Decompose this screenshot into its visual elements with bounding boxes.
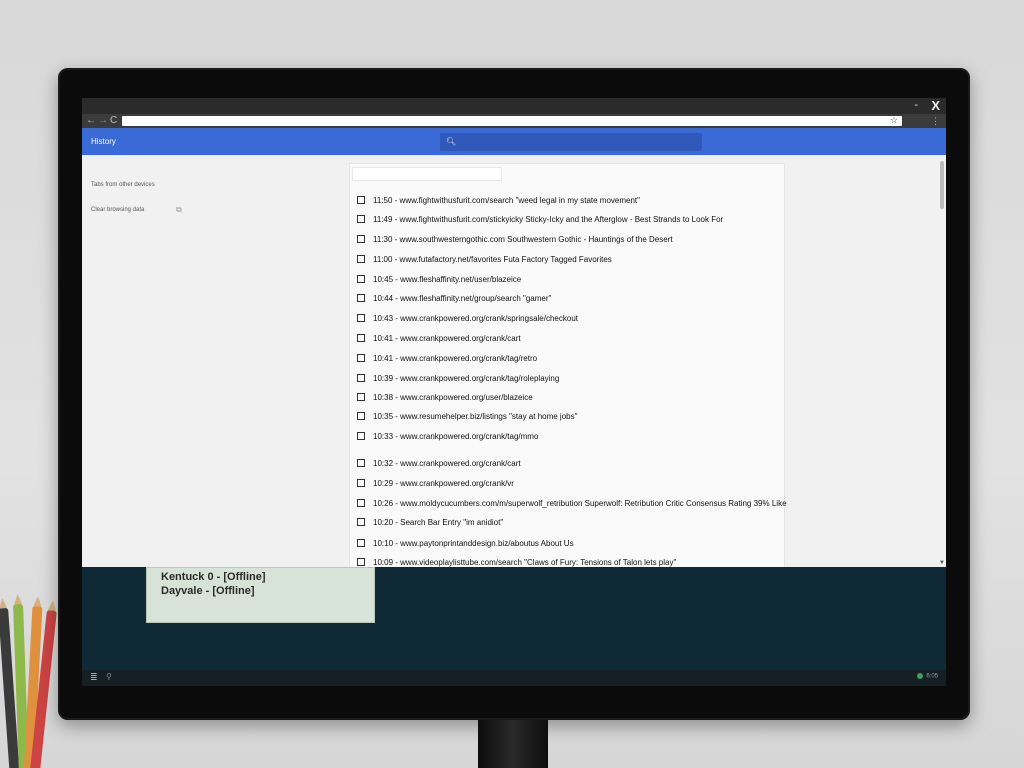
bookmark-star-icon[interactable]: ☆ [890,115,898,125]
history-item[interactable]: 10:32 - www.crankpowered.org/crank/cart [357,455,521,471]
server-status-widget: Kentuck 0 - [Offline] Dayvale - [Offline… [146,567,375,623]
history-item-checkbox[interactable] [357,334,365,342]
history-item-link[interactable]: 10:39 - www.crankpowered.org/crank/tag/r… [373,374,559,383]
history-item-link[interactable]: 10:10 - www.paytonprintanddesign.biz/abo… [373,539,574,548]
history-item-checkbox[interactable] [357,539,365,547]
history-item[interactable]: 11:30 - www.southwesterngothic.com South… [357,231,673,247]
history-item-link[interactable]: 11:30 - www.southwesterngothic.com South… [373,235,673,244]
history-item-checkbox[interactable] [357,196,365,204]
screen: - X ← → C ☆ ⋮ History 🔍︎ Tabs from other… [82,98,946,686]
history-item-link[interactable]: 10:38 - www.crankpowered.org/user/blazei… [373,393,533,402]
history-item-link[interactable]: 11:50 - www.fightwithusfurit.com/search … [373,196,640,205]
history-item-checkbox[interactable] [357,558,365,566]
browser-toolbar: ← → C ☆ ⋮ [82,114,946,128]
external-link-icon: ⧉ [176,205,182,214]
history-item-link[interactable]: 10:41 - www.crankpowered.org/crank/tag/r… [373,354,537,363]
history-item-link[interactable]: 10:35 - www.resumehelper.biz/listings "s… [373,412,577,421]
reload-icon[interactable]: C [110,114,117,128]
history-item-link[interactable]: 10:09 - www.videoplaylisttube.com/search… [373,558,676,567]
monitor-stand [478,720,548,768]
history-item-checkbox[interactable] [357,479,365,487]
history-item[interactable]: 10:20 - Search Bar Entry "im anidiot" [357,514,503,530]
history-item[interactable]: 10:29 - www.crankpowered.org/crank/vr [357,475,514,491]
forward-arrow-icon[interactable]: → [98,114,108,128]
clear-browsing-data-link[interactable]: Clear browsing data [91,207,144,213]
history-item-checkbox[interactable] [357,215,365,223]
history-item[interactable]: 11:49 - www.fightwithusfurit.com/stickyi… [357,211,723,227]
date-header [352,167,502,181]
history-item-link[interactable]: 10:44 - www.fleshaffinity.net/group/sear… [373,294,551,303]
history-item-link[interactable]: 10:29 - www.crankpowered.org/crank/vr [373,479,514,488]
widget-line: Dayvale - [Offline] [161,585,255,597]
history-item[interactable]: 10:44 - www.fleshaffinity.net/group/sear… [357,290,551,306]
history-item-link[interactable]: 11:00 - www.futafactory.net/favorites Fu… [373,255,612,264]
history-item[interactable]: 10:43 - www.crankpowered.org/crank/sprin… [357,310,578,326]
address-bar[interactable] [122,116,902,126]
page-title: History [91,137,116,146]
tray-app-icon[interactable]: ⚲ [106,672,112,681]
close-button[interactable]: X [931,98,940,114]
history-item-checkbox[interactable] [357,459,365,467]
history-item-checkbox[interactable] [357,499,365,507]
browser-window: - X ← → C ☆ ⋮ History 🔍︎ Tabs from other… [82,98,946,567]
widget-line: Kentuck 0 - [Offline] [161,571,266,583]
history-item-checkbox[interactable] [357,354,365,362]
pencil-cup [0,600,57,768]
history-item[interactable]: 10:33 - www.crankpowered.org/crank/tag/m… [357,428,538,444]
history-item[interactable]: 10:09 - www.videoplaylisttube.com/search… [357,554,676,567]
history-item[interactable]: 10:39 - www.crankpowered.org/crank/tag/r… [357,370,559,386]
history-item-link[interactable]: 10:32 - www.crankpowered.org/crank/cart [373,459,521,468]
history-header: History 🔍︎ [82,128,946,155]
scrollbar-thumb[interactable] [940,161,944,209]
history-item-checkbox[interactable] [357,235,365,243]
network-status-icon [917,673,924,679]
history-item-link[interactable]: 10:20 - Search Bar Entry "im anidiot" [373,518,503,527]
tabs-from-other-devices-link[interactable]: Tabs from other devices [91,182,155,188]
history-item[interactable]: 10:41 - www.crankpowered.org/crank/cart [357,330,521,346]
system-tray[interactable]: 6:05 [917,673,938,680]
history-item[interactable]: 10:45 - www.fleshaffinity.net/user/blaze… [357,271,521,287]
history-item-checkbox[interactable] [357,432,365,440]
title-bar: - X [82,98,946,114]
history-item-checkbox[interactable] [357,412,365,420]
taskbar: ≣ ⚲ 6:05 [82,670,946,686]
history-item[interactable]: 10:41 - www.crankpowered.org/crank/tag/r… [357,350,537,366]
start-menu-icon[interactable]: ≣ [90,672,98,683]
history-item[interactable]: 11:50 - www.fightwithusfurit.com/search … [357,192,640,208]
search-icon: 🔍︎ [446,137,457,146]
scrollbar[interactable]: ▼ [938,155,946,567]
back-arrow-icon[interactable]: ← [86,114,96,128]
history-item-checkbox[interactable] [357,393,365,401]
search-history-input[interactable]: 🔍︎ [440,133,702,151]
clock: 6:05 [926,673,938,680]
scroll-down-arrow-icon[interactable]: ▼ [939,560,945,566]
history-item[interactable]: 10:10 - www.paytonprintanddesign.biz/abo… [357,535,574,551]
history-item[interactable]: 11:00 - www.futafactory.net/favorites Fu… [357,251,612,267]
history-item[interactable]: 10:35 - www.resumehelper.biz/listings "s… [357,408,577,424]
history-item-checkbox[interactable] [357,518,365,526]
history-item-checkbox[interactable] [357,275,365,283]
history-item-link[interactable]: 10:43 - www.crankpowered.org/crank/sprin… [373,314,578,323]
history-item-checkbox[interactable] [357,255,365,263]
history-item[interactable]: 10:38 - www.crankpowered.org/user/blazei… [357,389,533,405]
history-item-link[interactable]: 10:26 - www.moldycucumbers.com/m/superwo… [373,499,787,508]
history-item-link[interactable]: 11:49 - www.fightwithusfurit.com/stickyi… [373,215,723,224]
history-item-checkbox[interactable] [357,374,365,382]
history-item[interactable]: 10:26 - www.moldycucumbers.com/m/superwo… [357,495,787,511]
history-item-checkbox[interactable] [357,314,365,322]
history-item-link[interactable]: 10:41 - www.crankpowered.org/crank/cart [373,334,521,343]
history-item-link[interactable]: 10:45 - www.fleshaffinity.net/user/blaze… [373,275,521,284]
history-item-link[interactable]: 10:33 - www.crankpowered.org/crank/tag/m… [373,432,538,441]
menu-dots-icon[interactable]: ⋮ [931,114,940,128]
history-item-checkbox[interactable] [357,294,365,302]
minimize-button[interactable]: - [914,98,918,112]
